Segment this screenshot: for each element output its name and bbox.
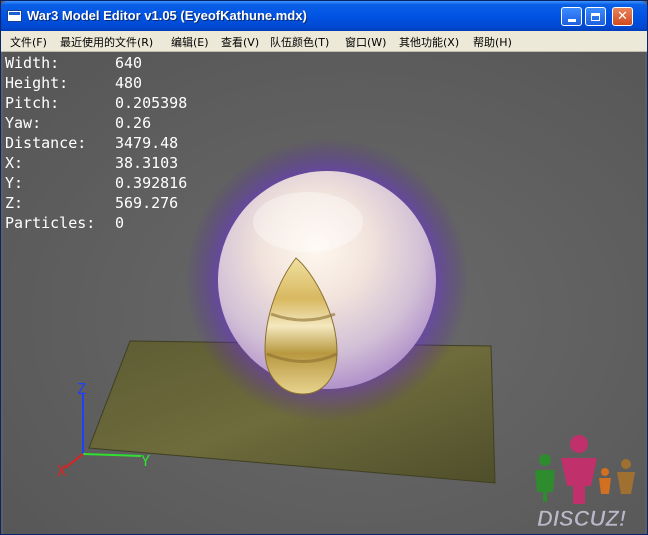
camera-info-overlay: Width: 640 Height: 480 Pitch: 0.205398 Yaw:… [5, 53, 187, 233]
discuz-logo: DISCUZ! [535, 435, 635, 531]
stat-row-yaw: Yaw: 0.26 [5, 114, 152, 132]
menu-team-color[interactable]: 队伍颜色(T) [270, 34, 329, 50]
axis-gizmo: Z Y X [57, 382, 150, 480]
z-axis-label: Z [77, 382, 86, 398]
menu-bar: 文件(F) 最近使用的文件(R) 编辑(E) 查看(V) 队伍颜色(T) 窗口(… [1, 31, 647, 52]
discuz-logo-text: DISCUZ! [537, 506, 626, 531]
y-axis-line [82, 453, 142, 457]
stat-row-pitch: Pitch: 0.205398 [5, 94, 188, 112]
stat-row-distance: Distance: 3479.48 [5, 134, 179, 152]
window-title: War3 Model Editor v1.05 (EyeofKathune.md… [27, 8, 307, 23]
x-axis-line [64, 453, 84, 469]
stat-row-x: X: 38.3103 [5, 154, 179, 172]
title-bar[interactable]: War3 Model Editor v1.05 (EyeofKathune.md… [1, 1, 647, 31]
stat-row-particles: Particles: 0 [5, 214, 125, 232]
close-button[interactable]: ✕ [612, 7, 633, 26]
close-icon: ✕ [617, 9, 628, 24]
menu-view[interactable]: 查看(V) [221, 34, 259, 50]
menu-edit[interactable]: 编辑(E) [171, 34, 209, 50]
stat-row-z: Z: 569.276 [5, 194, 179, 212]
menu-help[interactable]: 帮助(H) [473, 34, 512, 50]
maximize-icon [591, 12, 600, 21]
stat-row-width: Width: 640 [5, 54, 143, 72]
maximize-button[interactable] [585, 7, 606, 26]
app-window: War3 Model Editor v1.05 (EyeofKathune.md… [0, 0, 648, 535]
menu-recent-files[interactable]: 最近使用的文件(R) [60, 34, 153, 50]
menu-window[interactable]: 窗口(W) [345, 34, 386, 50]
stat-row-y: Y: 0.392816 [5, 174, 188, 192]
menu-other-functions[interactable]: 其他功能(X) [399, 34, 459, 50]
stat-row-height: Height: 480 [5, 74, 143, 92]
minimize-icon [567, 18, 576, 22]
window-app-icon[interactable] [7, 10, 22, 22]
menu-file[interactable]: 文件(F) [10, 34, 47, 50]
model-viewport[interactable]: Width: 640 Height: 480 Pitch: 0.205398 Yaw:… [3, 52, 645, 534]
minimize-button[interactable] [561, 7, 582, 26]
y-axis-label: Y [141, 452, 150, 470]
x-axis-label: X [57, 462, 66, 480]
